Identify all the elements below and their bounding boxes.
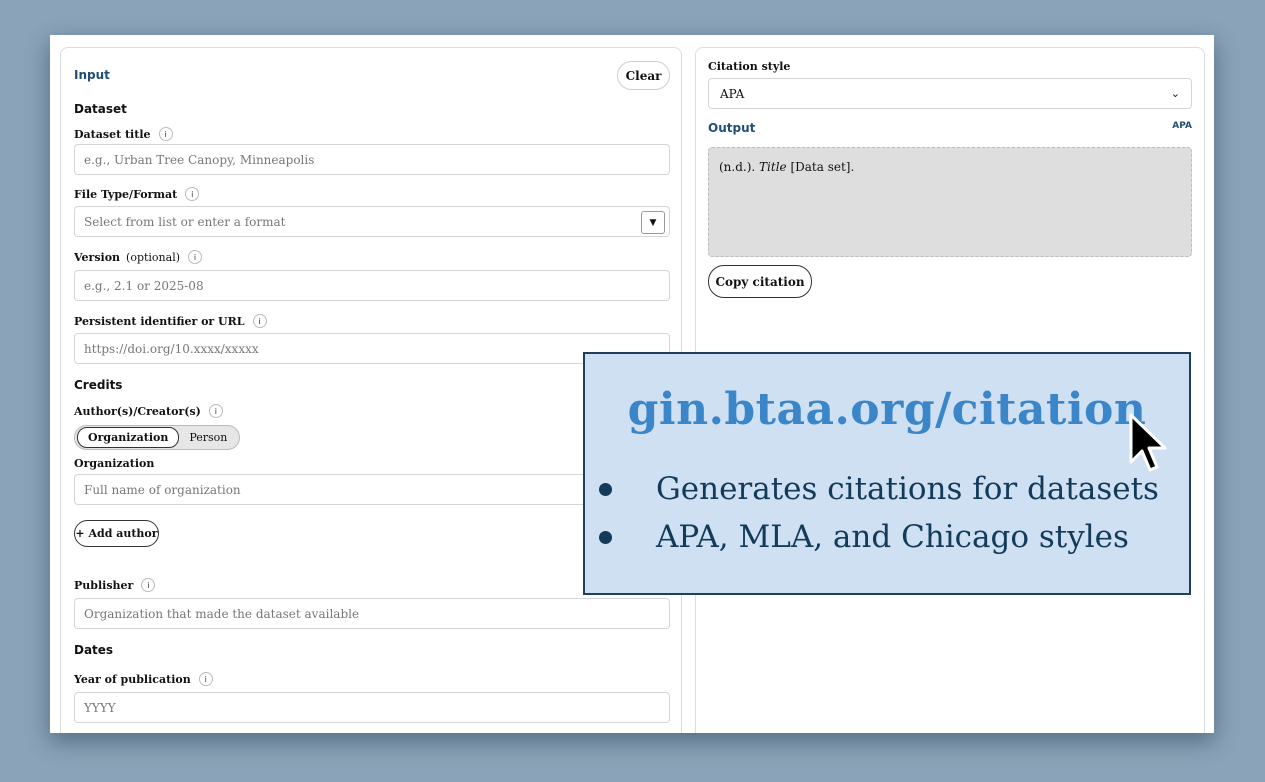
- organization-label: Organization: [74, 457, 155, 470]
- publisher-input[interactable]: Organization that made the dataset avail…: [74, 598, 670, 629]
- info-icon[interactable]: i: [198, 672, 213, 686]
- output-title: Output: [708, 121, 756, 135]
- citation-style-select[interactable]: APA ⌄: [708, 78, 1192, 109]
- version-input[interactable]: e.g., 2.1 or 2025-08: [74, 270, 670, 301]
- toggle-organization[interactable]: Organization: [77, 427, 180, 448]
- bullet-icon: [599, 530, 612, 544]
- identifier-input[interactable]: https://doi.org/10.xxxx/xxxxx: [74, 333, 670, 364]
- clear-button[interactable]: Clear: [617, 61, 670, 90]
- dataset-title-input[interactable]: e.g., Urban Tree Canopy, Minneapolis: [74, 144, 670, 175]
- file-type-combobox[interactable]: Select from list or enter a format ▼: [74, 206, 670, 237]
- file-type-placeholder: Select from list or enter a format: [84, 214, 286, 229]
- input-section-title: Input: [74, 68, 110, 82]
- author-type-toggle: Organization Person: [74, 425, 241, 450]
- mouse-cursor-icon: [1129, 413, 1167, 472]
- organization-input[interactable]: Full name of organization: [74, 474, 670, 505]
- dataset-heading: Dataset: [74, 102, 127, 116]
- chevron-down-icon: ⌄: [1170, 87, 1180, 100]
- dataset-title-label: Dataset title i: [74, 127, 173, 141]
- credits-heading: Credits: [74, 378, 123, 392]
- info-icon[interactable]: i: [188, 250, 202, 264]
- info-icon[interactable]: i: [158, 127, 173, 141]
- bullet-icon: [599, 482, 612, 496]
- dates-heading: Dates: [74, 643, 114, 657]
- year-input[interactable]: YYYY: [74, 692, 670, 723]
- output-style-badge: APA: [1172, 121, 1192, 131]
- authors-label: Author(s)/Creator(s) i: [74, 404, 223, 418]
- file-type-label: File Type/Format i: [74, 187, 200, 201]
- caret-down-icon[interactable]: ▼: [641, 211, 665, 234]
- copy-citation-button[interactable]: Copy citation: [708, 265, 812, 298]
- year-label: Year of publication i: [74, 672, 213, 686]
- identifier-label: Persistent identifier or URL i: [74, 314, 267, 328]
- toggle-person[interactable]: Person: [179, 428, 237, 447]
- version-label: Version (optional) i: [74, 250, 202, 264]
- info-icon[interactable]: i: [141, 578, 156, 592]
- add-author-button[interactable]: + Add author: [74, 520, 159, 547]
- citation-style-value: APA: [720, 86, 745, 101]
- publisher-label: Publisher i: [74, 578, 156, 592]
- promo-url[interactable]: gin.btaa.org/citation: [585, 384, 1189, 435]
- citation-output: (n.d.). Title [Data set].: [708, 147, 1192, 257]
- info-icon[interactable]: i: [252, 314, 267, 328]
- promo-callout: gin.btaa.org/citation Generates citation…: [583, 352, 1191, 595]
- promo-bullet: Generates citations for datasets: [599, 471, 1159, 507]
- info-icon[interactable]: i: [185, 187, 200, 201]
- info-icon[interactable]: i: [208, 404, 223, 418]
- citation-style-label: Citation style: [708, 60, 791, 73]
- promo-bullet: APA, MLA, and Chicago styles: [599, 519, 1129, 555]
